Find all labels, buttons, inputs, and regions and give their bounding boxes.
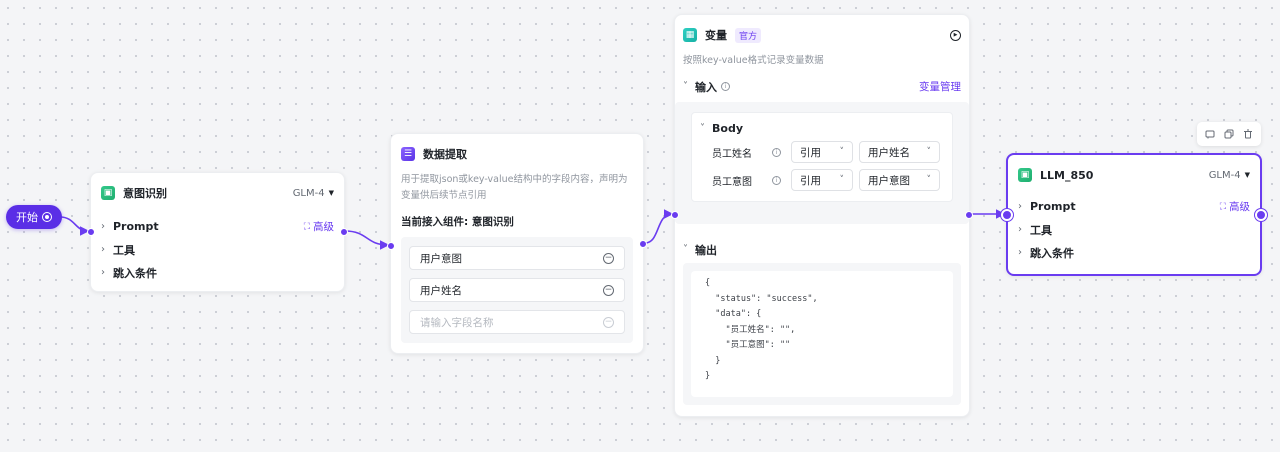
advanced-button[interactable]: ⛶ 高级 [1220, 199, 1250, 214]
input-port[interactable] [1001, 209, 1013, 221]
jump-condition-row[interactable]: › 跳入条件 [101, 261, 334, 284]
chevron-down-icon: ˅ [926, 175, 932, 185]
node-title: 意图识别 [123, 187, 167, 200]
jump-condition-row[interactable]: › 跳入条件 [1018, 241, 1250, 264]
chevron-right-icon: › [1018, 247, 1022, 258]
body-header[interactable]: ˅ Body [700, 119, 944, 137]
remove-icon[interactable]: − [603, 316, 614, 328]
variable-node-icon: ▦ [683, 28, 697, 42]
variable-manage-link[interactable]: 变量管理 [919, 79, 961, 94]
official-badge: 官方 [735, 27, 762, 43]
llm-node[interactable]: ▣ LLM_850 GLM-4 ▼ › Prompt ⛶ 高级 › 工具 › 跳… [1001, 153, 1267, 276]
chevron-down-icon: ˅ [839, 147, 845, 157]
chevron-right-icon: › [1018, 224, 1022, 235]
input-port[interactable] [387, 242, 395, 250]
info-icon: i [772, 175, 781, 185]
workflow-canvas[interactable]: 开始 ▣ 意图识别 GLM-4 ▼ › Prompt ⛶ 高级 › 工具 › 跳… [0, 0, 1280, 452]
tools-row[interactable]: › 工具 [1018, 218, 1250, 241]
value-select[interactable]: 用户姓名 ˅ [859, 141, 940, 163]
intent-recognition-node[interactable]: ▣ 意图识别 GLM-4 ▼ › Prompt ⛶ 高级 › 工具 › 跳入条件 [87, 172, 348, 292]
tools-row[interactable]: › 工具 [101, 238, 334, 261]
edge-intent-extract [344, 230, 390, 250]
field-item[interactable]: 用户意图 − [409, 246, 625, 270]
output-section-header[interactable]: ˅ 输出 [683, 238, 961, 261]
llm-node-icon: ▣ [1018, 168, 1032, 182]
body-row: 员工意图 i 引用 ˅ 用户意图 ˅ [700, 169, 944, 191]
output-panel: { "status": "success", "data": { "员工姓名":… [683, 263, 961, 405]
play-icon[interactable]: ▶ [950, 29, 961, 41]
chevron-down-icon: ˅ [926, 147, 932, 157]
prompt-row[interactable]: › Prompt ⛶ 高级 [101, 215, 334, 238]
expand-icon: ⛶ [1219, 201, 1226, 212]
remove-icon[interactable]: − [603, 252, 614, 264]
variable-node[interactable]: ▦ 变量 官方 ▶ 按照key-value格式记录变量数据 ˅ 输入 i 变量管… [671, 14, 973, 417]
intent-node-icon: ▣ [101, 186, 115, 200]
node-toolbar [1197, 122, 1261, 146]
caret-down-icon: ▼ [328, 189, 334, 197]
output-json: { "status": "success", "data": { "员工姓名":… [691, 271, 953, 397]
output-port[interactable] [340, 228, 348, 236]
note-icon[interactable] [1203, 127, 1217, 141]
expand-icon: ⛶ [303, 221, 310, 232]
extract-node-icon: ☰ [401, 147, 415, 161]
edge-start-intent [59, 216, 90, 236]
type-select[interactable]: 引用 ˅ [791, 169, 853, 191]
chevron-right-icon: › [101, 267, 105, 278]
output-port[interactable] [965, 211, 973, 219]
field-name-input[interactable]: 请输入字段名称 − [409, 310, 625, 334]
field-list: 用户意图 − 用户姓名 − 请输入字段名称 − [401, 237, 633, 343]
remove-icon[interactable]: − [603, 284, 614, 296]
node-title: 变量 [705, 29, 727, 42]
type-select[interactable]: 引用 ˅ [791, 141, 853, 163]
advanced-button[interactable]: ⛶ 高级 [304, 219, 334, 234]
chevron-right-icon: › [101, 221, 105, 232]
chevron-down-icon: ˅ [683, 81, 688, 92]
caret-down-icon: ▼ [1244, 171, 1250, 179]
input-port[interactable] [87, 228, 95, 236]
prompt-row[interactable]: › Prompt ⛶ 高级 [1018, 195, 1250, 218]
chevron-right-icon: › [101, 244, 105, 255]
copy-icon[interactable] [1222, 127, 1236, 141]
edge-extract-var [644, 209, 674, 244]
value-select[interactable]: 用户意图 ˅ [859, 169, 940, 191]
chevron-right-icon: › [1018, 201, 1022, 212]
start-node[interactable]: 开始 [6, 205, 62, 229]
info-icon: i [772, 147, 781, 157]
target-icon [42, 212, 52, 222]
info-icon: i [721, 82, 730, 91]
body-row: 员工姓名 i 引用 ˅ 用户姓名 ˅ [700, 141, 944, 163]
input-panel: ˅ Body 员工姓名 i 引用 ˅ 用户姓名 ˅ 员工意图 i 引用 ˅ 用户意图 ˅ [675, 102, 969, 224]
output-port[interactable] [639, 240, 647, 248]
body-card: ˅ Body 员工姓名 i 引用 ˅ 用户姓名 ˅ 员工意图 i 引用 ˅ 用户意图 ˅ [691, 112, 953, 202]
node-description: 用于提取json或key-value结构中的字段内容，声明为变量供后续节点引用 [401, 174, 628, 201]
chevron-down-icon: ˅ [700, 122, 705, 134]
model-select[interactable]: GLM-4 ▼ [1209, 170, 1250, 181]
node-description: 按照key-value格式记录变量数据 [683, 55, 824, 66]
node-title: 数据提取 [423, 148, 467, 161]
input-port[interactable] [671, 211, 679, 219]
delete-icon[interactable] [1241, 127, 1255, 141]
chevron-down-icon: ˅ [839, 175, 845, 185]
node-title: LLM_850 [1040, 168, 1094, 182]
current-component-label: 当前接入组件: 意图识别 [401, 216, 514, 228]
model-select[interactable]: GLM-4 ▼ [293, 188, 334, 199]
data-extraction-node[interactable]: ☰ 数据提取 用于提取json或key-value结构中的字段内容，声明为变量供… [387, 133, 647, 354]
chevron-down-icon: ˅ [683, 244, 688, 255]
output-port[interactable] [1255, 209, 1267, 221]
start-label: 开始 [16, 211, 38, 224]
field-item[interactable]: 用户姓名 − [409, 278, 625, 302]
input-section-header[interactable]: ˅ 输入 i 变量管理 [683, 75, 961, 98]
